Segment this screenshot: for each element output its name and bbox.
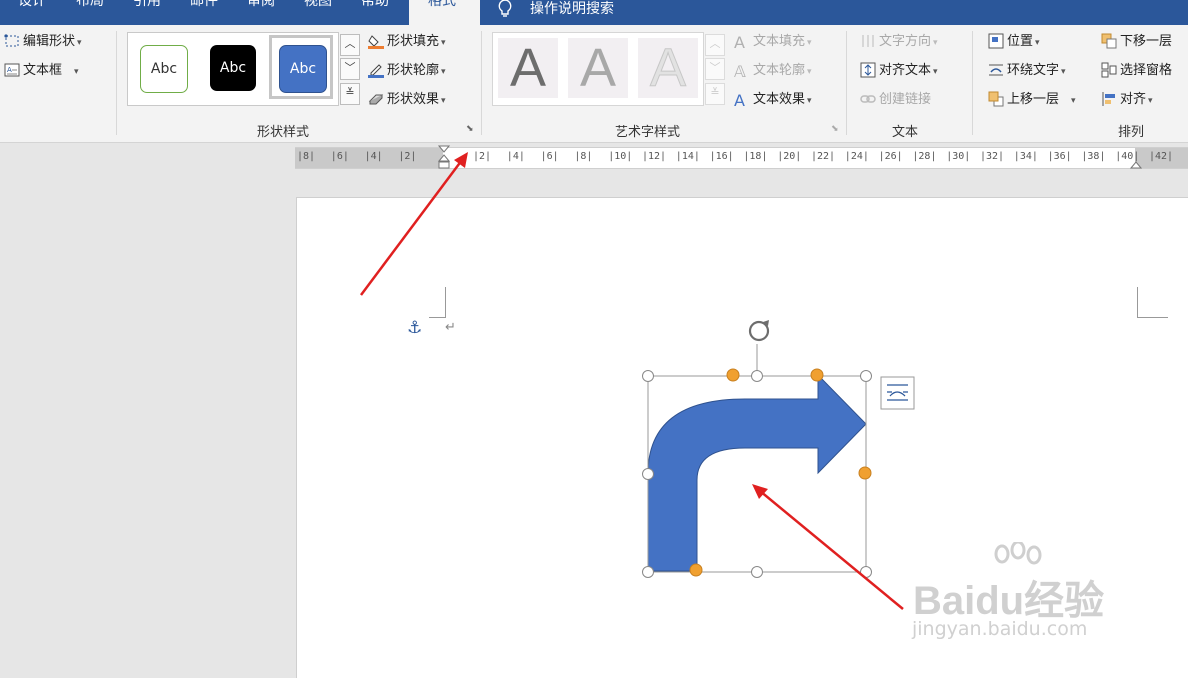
annotation-arrow-ruler bbox=[359, 152, 468, 296]
annotation-arrow-shape bbox=[752, 484, 904, 610]
layout-options-button[interactable] bbox=[880, 376, 915, 410]
bent-arrow-shape[interactable] bbox=[647, 373, 867, 572]
watermark-url: jingyan.baidu.com bbox=[912, 618, 1088, 640]
paw-logo-icon bbox=[990, 540, 1046, 586]
rotate-handle-icon[interactable] bbox=[748, 320, 770, 342]
